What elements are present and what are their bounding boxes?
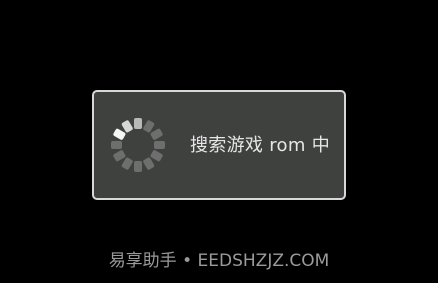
spinner-spoke	[113, 150, 126, 162]
watermark-text: 易享助手 • EEDSHZJZ.COM	[108, 251, 330, 271]
spinner-spoke	[111, 141, 122, 149]
spinner-spoke	[134, 118, 142, 129]
screen: 搜索游戏 rom 中 易享助手 • EEDSHZJZ.COM	[0, 0, 438, 283]
spinner-spoke	[121, 157, 133, 170]
spinner-spoke	[134, 161, 142, 172]
progress-message: 搜索游戏 rom 中	[190, 135, 330, 156]
spinner-spoke	[113, 128, 126, 140]
spinner-spoke	[143, 120, 155, 133]
spinner-spoke	[150, 128, 163, 140]
spinner-spoke	[150, 150, 163, 162]
loading-spinner-icon	[106, 113, 170, 177]
spinner-spoke	[154, 141, 165, 149]
spinner-graphic	[111, 118, 165, 172]
spinner-spoke	[121, 120, 133, 133]
progress-dialog: 搜索游戏 rom 中	[92, 90, 346, 200]
spinner-spoke	[143, 157, 155, 170]
